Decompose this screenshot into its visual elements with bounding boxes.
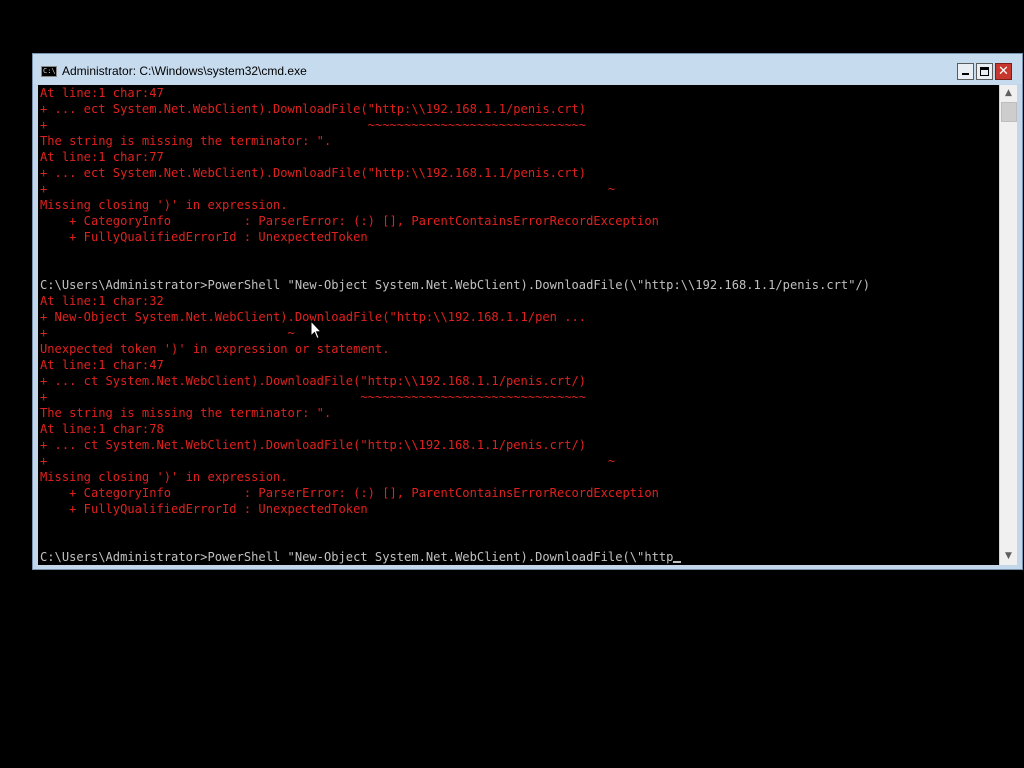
command-line: C:\Users\Administrator>PowerShell "New-O… bbox=[40, 549, 682, 565]
scroll-thumb[interactable] bbox=[1001, 102, 1017, 122]
output-line: At line:1 char:78 bbox=[40, 422, 164, 436]
text-cursor bbox=[673, 561, 682, 563]
output-line: + FullyQualifiedErrorId : UnexpectedToke… bbox=[40, 230, 368, 244]
output-line: + ~~~~~~~~~~~~~~~~~~~~~~~~~~~~~~ bbox=[40, 118, 587, 132]
output-line: Missing closing ')' in expression. bbox=[40, 198, 288, 212]
output-line: + ~ bbox=[40, 326, 295, 340]
command-line: C:\Users\Administrator>PowerShell "New-O… bbox=[40, 278, 871, 292]
output-line: + ~ bbox=[40, 454, 616, 468]
minimize-icon bbox=[962, 73, 969, 75]
maximize-icon bbox=[980, 67, 989, 76]
output-line: Unexpected token ')' in expression or st… bbox=[40, 342, 390, 356]
vertical-scrollbar[interactable]: ▲ ▼ bbox=[1000, 85, 1017, 565]
close-button[interactable]: ✕ bbox=[995, 63, 1012, 80]
output-line: + CategoryInfo : ParserError: (:) [], Pa… bbox=[40, 486, 659, 500]
output-line: At line:1 char:32 bbox=[40, 294, 164, 308]
output-line: The string is missing the terminator: ". bbox=[40, 406, 332, 420]
output-line: + ... ct System.Net.WebClient).DownloadF… bbox=[40, 438, 587, 452]
output-line: + ... ect System.Net.WebClient).Download… bbox=[40, 102, 587, 116]
output-line: At line:1 char:47 bbox=[40, 86, 164, 100]
maximize-button[interactable] bbox=[976, 63, 993, 80]
window-title: Administrator: C:\Windows\system32\cmd.e… bbox=[62, 64, 307, 78]
output-line: + ... ect System.Net.WebClient).Download… bbox=[40, 166, 587, 180]
output-line: The string is missing the terminator: ". bbox=[40, 134, 332, 148]
console-icon: C:\ bbox=[41, 66, 57, 77]
output-line: At line:1 char:47 bbox=[40, 358, 164, 372]
output-line: + ... ct System.Net.WebClient).DownloadF… bbox=[40, 374, 587, 388]
output-line: + FullyQualifiedErrorId : UnexpectedToke… bbox=[40, 502, 368, 516]
scroll-down-icon[interactable]: ▼ bbox=[1000, 548, 1017, 565]
output-line: + ~~~~~~~~~~~~~~~~~~~~~~~~~~~~~~~ bbox=[40, 390, 587, 404]
output-line: At line:1 char:77 bbox=[40, 150, 164, 164]
cmd-window[interactable]: C:\ Administrator: C:\Windows\system32\c… bbox=[32, 53, 1023, 570]
title-bar[interactable]: C:\ Administrator: C:\Windows\system32\c… bbox=[33, 54, 1022, 84]
output-line: + ~ bbox=[40, 182, 616, 196]
output-line: Missing closing ')' in expression. bbox=[40, 470, 288, 484]
console-output[interactable]: At line:1 char:47 + ... ect System.Net.We… bbox=[38, 85, 999, 565]
output-line: + CategoryInfo : ParserError: (:) [], Pa… bbox=[40, 214, 659, 228]
mouse-pointer-icon bbox=[310, 320, 322, 340]
close-icon: ✕ bbox=[998, 64, 1009, 79]
scroll-up-icon[interactable]: ▲ bbox=[1000, 85, 1017, 102]
minimize-button[interactable] bbox=[957, 63, 974, 80]
